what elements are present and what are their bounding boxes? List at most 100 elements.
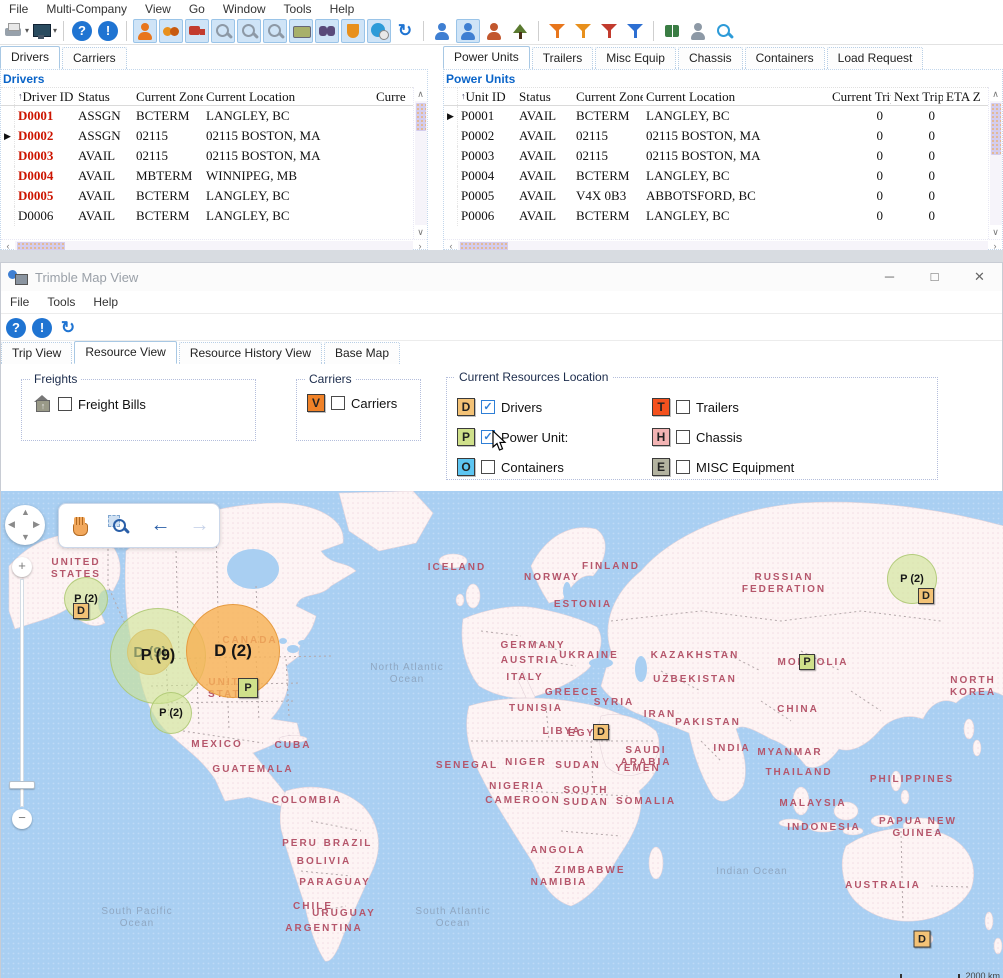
table-row[interactable]: D0003AVAIL0211502115 BOSTON, MA — [1, 146, 413, 166]
scroll-up-icon[interactable]: ∧ — [414, 87, 427, 101]
checkbox-freight-bills[interactable] — [58, 397, 72, 411]
zoom-slider-track[interactable] — [20, 579, 24, 807]
menu-tools[interactable]: Tools — [275, 2, 321, 16]
search-orders-button[interactable] — [237, 19, 261, 43]
pan-right-icon[interactable]: ▶ — [33, 519, 40, 530]
column-header-eta-z[interactable]: ETA Z — [943, 89, 988, 105]
checkbox-containers[interactable] — [481, 460, 495, 474]
column-header-next-trip[interactable]: Next Trip — [891, 89, 943, 105]
checkbox-misc-equipment[interactable] — [676, 460, 690, 474]
checkbox-trailers[interactable] — [676, 400, 690, 414]
refresh-button[interactable]: ↻ — [393, 19, 417, 43]
resource-toggle-misc-equipment[interactable]: EMISC Equipment — [652, 452, 902, 482]
table-row[interactable]: P0004AVAILBCTERMLANGLEY, BC00 — [444, 166, 988, 186]
resource-toggle-trailers[interactable]: TTrailers — [652, 392, 902, 422]
security-button[interactable] — [341, 19, 365, 43]
map-menu-file[interactable]: File — [1, 295, 38, 309]
table-row[interactable]: ▶P0001AVAILBCTERMLANGLEY, BC00 — [444, 106, 988, 126]
world-map[interactable]: UNITED STATESICELANDNORWAYFINLANDESTONIA… — [1, 491, 1003, 978]
menu-help[interactable]: Help — [321, 2, 364, 16]
column-header-current-zone[interactable]: Current Zone — [573, 89, 643, 105]
resource-badge-p[interactable]: P — [238, 678, 258, 698]
power-units-vertical-scrollbar[interactable]: ∧ ∨ — [988, 87, 1002, 239]
filter-button[interactable] — [545, 19, 569, 43]
filter-add-button[interactable] — [571, 19, 595, 43]
scrollbar-thumb[interactable] — [991, 103, 1001, 155]
checkbox-chassis[interactable] — [676, 430, 690, 444]
title-bar[interactable]: Trimble Map View ─ □ ✕ — [1, 263, 1002, 291]
tab-carriers[interactable]: Carriers — [62, 47, 127, 69]
column-header-driver-id[interactable]: ↑Driver ID — [15, 89, 75, 105]
map-tab-resource-view[interactable]: Resource View — [74, 341, 176, 364]
global-search-button[interactable] — [712, 19, 736, 43]
users-button[interactable] — [482, 19, 506, 43]
zoom-in-button[interactable]: + — [12, 557, 32, 577]
tab-containers[interactable]: Containers — [745, 47, 825, 69]
map-compass-pad[interactable]: ▲ ▼ ◀ ▶ — [5, 505, 45, 545]
add-user-button[interactable] — [456, 19, 480, 43]
resource-badge-d[interactable]: D — [593, 724, 609, 740]
zoom-rectangle-icon[interactable] — [108, 515, 132, 537]
table-row[interactable]: P0005AVAILV4X 0B3ABBOTSFORD, BC00 — [444, 186, 988, 206]
resource-toggle-chassis[interactable]: HChassis — [652, 422, 902, 452]
info-button[interactable]: ! — [96, 19, 120, 43]
search-trips-button[interactable] — [211, 19, 235, 43]
menu-go[interactable]: Go — [180, 2, 214, 16]
help-button[interactable]: ? — [4, 316, 28, 340]
resource-badge-d[interactable]: D — [918, 588, 934, 604]
tab-drivers[interactable]: Drivers — [0, 46, 60, 69]
table-row[interactable]: D0006AVAILBCTERMLANGLEY, BC — [1, 206, 413, 226]
pan-up-icon[interactable]: ▲ — [21, 507, 30, 517]
maximize-button[interactable]: □ — [912, 264, 957, 291]
resource-toggle-containers[interactable]: OContainers — [457, 452, 652, 482]
info-button[interactable]: ! — [30, 316, 54, 340]
resource-badge-p[interactable]: P — [799, 654, 815, 670]
column-header-status[interactable]: Status — [75, 89, 133, 105]
scroll-down-icon[interactable]: ∨ — [989, 225, 1002, 239]
column-header-current-zone[interactable]: Current Zone — [133, 89, 203, 105]
scroll-down-icon[interactable]: ∨ — [414, 225, 427, 239]
map-menu-tools[interactable]: Tools — [38, 295, 84, 309]
column-header-current-location[interactable]: Current Location — [203, 89, 373, 105]
window-splitter[interactable] — [0, 250, 1003, 262]
person-search-button[interactable] — [686, 19, 710, 43]
close-button[interactable]: ✕ — [957, 264, 1002, 291]
resource-toggle-drivers[interactable]: D✓Drivers — [457, 392, 652, 422]
resource-toggle-freight-bills[interactable]: Freight Bills — [32, 394, 255, 414]
world-clock-button[interactable] — [367, 19, 391, 43]
map-tab-trip-view[interactable]: Trip View — [1, 342, 72, 364]
column-header-status[interactable]: Status — [516, 89, 573, 105]
zoom-slider-thumb[interactable] — [9, 781, 35, 789]
filter-clear-button[interactable] — [597, 19, 621, 43]
trucks-button[interactable] — [185, 19, 209, 43]
binoculars-button[interactable] — [315, 19, 339, 43]
map-tab-resource-history-view[interactable]: Resource History View — [179, 342, 322, 364]
help-button[interactable]: ? — [70, 19, 94, 43]
pan-down-icon[interactable]: ▼ — [21, 532, 30, 542]
tab-trailers[interactable]: Trailers — [532, 47, 594, 69]
table-row[interactable]: P0003AVAIL0211502115 BOSTON, MA00 — [444, 146, 988, 166]
tab-load-request[interactable]: Load Request — [827, 47, 924, 69]
checkbox-carriers[interactable] — [331, 396, 345, 410]
table-row[interactable]: ▶D0002ASSGN0211502115 BOSTON, MA — [1, 126, 413, 146]
back-arrow-icon[interactable]: ← — [151, 514, 171, 537]
zoom-out-button[interactable]: − — [12, 809, 32, 829]
console-button[interactable]: ▾ — [31, 19, 57, 43]
carriers-button[interactable] — [159, 19, 183, 43]
resource-toggle-power-unit[interactable]: P✓Power Unit: — [457, 422, 652, 452]
refresh-button[interactable]: ↻ — [56, 316, 80, 340]
resource-badge-d[interactable]: D — [73, 603, 89, 619]
forward-arrow-icon[interactable]: → — [190, 514, 210, 537]
tab-misc-equip[interactable]: Misc Equip — [595, 47, 676, 69]
scroll-up-icon[interactable]: ∧ — [989, 87, 1002, 101]
cluster-marker-p-2[interactable]: P (2) — [150, 692, 192, 734]
pan-left-icon[interactable]: ◀ — [8, 519, 15, 530]
menu-multi-company[interactable]: Multi-Company — [37, 2, 136, 16]
user-button[interactable] — [430, 19, 454, 43]
cluster-marker-d-2[interactable]: D (2) — [186, 604, 280, 698]
minimize-button[interactable]: ─ — [867, 264, 912, 291]
resource-badge-d[interactable]: D — [914, 931, 931, 948]
menu-window[interactable]: Window — [214, 2, 275, 16]
table-row[interactable]: D0004AVAILMBTERMWINNIPEG, MB — [1, 166, 413, 186]
menu-file[interactable]: File — [0, 2, 37, 16]
